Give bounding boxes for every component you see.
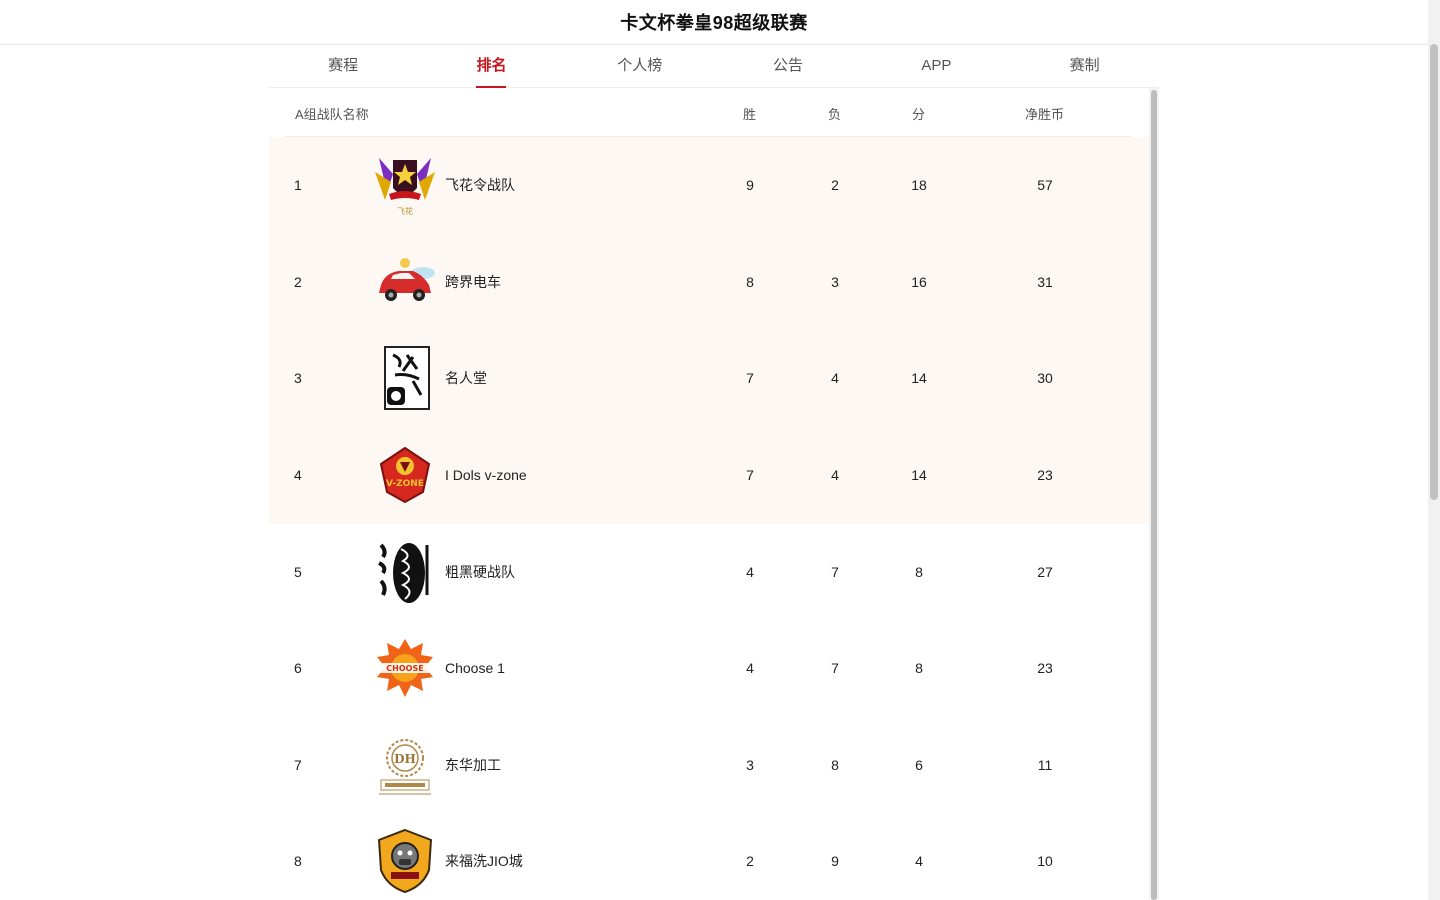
net-coins: 27 bbox=[1037, 564, 1053, 580]
losses: 3 bbox=[831, 274, 839, 290]
feihua-logo-icon: 飞花 bbox=[373, 152, 437, 218]
tab-individual[interactable]: 个人榜 bbox=[566, 45, 714, 87]
svg-text:飞花: 飞花 bbox=[397, 206, 413, 216]
ranking-panel: A组战队名称 胜 负 分 净胜币 1 飞花 飞花令战队 9 2 18 57 2 bbox=[269, 88, 1149, 900]
tab-schedule[interactable]: 赛程 bbox=[269, 45, 417, 87]
losses: 8 bbox=[831, 757, 839, 773]
wins: 3 bbox=[746, 757, 754, 773]
table-row[interactable]: 4 V-ZONE I Dols v-zone 7 4 14 23 bbox=[269, 427, 1149, 524]
tab-rules[interactable]: 赛制 bbox=[1010, 45, 1158, 87]
bulldog-shield-logo-icon bbox=[373, 828, 437, 894]
rank: 6 bbox=[294, 660, 302, 676]
wins: 4 bbox=[746, 564, 754, 580]
wins: 8 bbox=[746, 274, 754, 290]
table-row[interactable]: 6 CHOOSE Choose 1 4 7 8 23 bbox=[269, 620, 1149, 717]
net-coins: 23 bbox=[1037, 467, 1053, 483]
team-name[interactable]: 来福洗JIO城 bbox=[445, 813, 523, 900]
team-name[interactable]: 粗黑硬战队 bbox=[445, 524, 515, 621]
team-name[interactable]: 东华加工 bbox=[445, 717, 501, 814]
rank: 8 bbox=[294, 853, 302, 869]
net-coins: 30 bbox=[1037, 370, 1053, 386]
table-row[interactable]: 8 来福洗JIO城 2 9 4 10 bbox=[269, 813, 1149, 900]
losses: 2 bbox=[831, 177, 839, 193]
team-name[interactable]: 飞花令战队 bbox=[445, 137, 515, 234]
net-coins: 11 bbox=[1037, 757, 1053, 773]
rank: 1 bbox=[294, 177, 302, 193]
points: 8 bbox=[915, 564, 923, 580]
team-name[interactable]: Choose 1 bbox=[445, 620, 505, 717]
team-name[interactable]: I Dols v-zone bbox=[445, 427, 527, 524]
points: 8 bbox=[915, 660, 923, 676]
rank: 3 bbox=[294, 370, 302, 386]
rank: 5 bbox=[294, 564, 302, 580]
net-coins: 10 bbox=[1037, 853, 1053, 869]
wins: 2 bbox=[746, 853, 754, 869]
calligraphy-logo-icon bbox=[373, 345, 437, 411]
tab-app[interactable]: APP bbox=[862, 45, 1010, 87]
wins: 4 bbox=[746, 660, 754, 676]
page-scrollbar[interactable] bbox=[1428, 0, 1440, 900]
points: 14 bbox=[911, 467, 927, 483]
top-bar: 卡文杯拳皇98超级联赛 bbox=[0, 0, 1428, 45]
tab-ranking[interactable]: 排名 bbox=[417, 45, 565, 87]
wins: 9 bbox=[746, 177, 754, 193]
header-net: 净胜币 bbox=[1025, 107, 1065, 122]
net-coins: 31 bbox=[1037, 274, 1053, 290]
losses: 7 bbox=[831, 564, 839, 580]
team-name[interactable]: 名人堂 bbox=[445, 330, 487, 427]
braid-logo-icon bbox=[373, 539, 437, 605]
table-row[interactable]: 5 粗黑硬战队 4 7 8 27 bbox=[269, 524, 1149, 621]
panel-scrollbar-thumb[interactable] bbox=[1151, 90, 1157, 900]
header-team: A组战队名称 bbox=[295, 107, 369, 122]
points: 16 bbox=[911, 274, 927, 290]
svg-text:CHOOSE: CHOOSE bbox=[386, 664, 423, 673]
losses: 9 bbox=[831, 853, 839, 869]
page-title: 卡文杯拳皇98超级联赛 bbox=[620, 13, 808, 33]
losses: 4 bbox=[831, 370, 839, 386]
header-win: 胜 bbox=[743, 107, 757, 122]
table-row[interactable]: 3 名人堂 7 4 14 30 bbox=[269, 330, 1149, 427]
rank: 4 bbox=[294, 467, 302, 483]
table-row[interactable]: 7 DH 东华加工 3 8 6 11 bbox=[269, 717, 1149, 814]
net-coins: 23 bbox=[1037, 660, 1053, 676]
table-row[interactable]: 1 飞花 飞花令战队 9 2 18 57 bbox=[269, 137, 1149, 234]
tab-bar: 赛程 排名 个人榜 公告 APP 赛制 bbox=[269, 45, 1159, 88]
svg-text:V-ZONE: V-ZONE bbox=[386, 479, 424, 489]
wins: 7 bbox=[746, 370, 754, 386]
table-row[interactable]: 2 跨界电车 8 3 16 31 bbox=[269, 234, 1149, 331]
points: 4 bbox=[915, 853, 923, 869]
red-car-logo-icon bbox=[373, 249, 437, 315]
choose-flame-logo-icon: CHOOSE bbox=[373, 635, 437, 701]
table-header: A组战队名称 胜 负 分 净胜币 bbox=[285, 88, 1131, 137]
donghua-logo-icon: DH bbox=[373, 732, 437, 798]
rank: 7 bbox=[294, 757, 302, 773]
team-name[interactable]: 跨界电车 bbox=[445, 234, 501, 331]
net-coins: 57 bbox=[1037, 177, 1053, 193]
page-scrollbar-thumb[interactable] bbox=[1430, 44, 1438, 500]
panel-scrollbar[interactable] bbox=[1149, 88, 1159, 900]
header-points: 分 bbox=[912, 107, 926, 122]
tab-announcement[interactable]: 公告 bbox=[714, 45, 862, 87]
header-loss: 负 bbox=[828, 107, 842, 122]
points: 18 bbox=[911, 177, 927, 193]
losses: 7 bbox=[831, 660, 839, 676]
rank: 2 bbox=[294, 274, 302, 290]
points: 14 bbox=[911, 370, 927, 386]
losses: 4 bbox=[831, 467, 839, 483]
svg-text:DH: DH bbox=[394, 752, 416, 766]
wins: 7 bbox=[746, 467, 754, 483]
vzone-logo-icon: V-ZONE bbox=[373, 442, 437, 508]
points: 6 bbox=[915, 757, 923, 773]
